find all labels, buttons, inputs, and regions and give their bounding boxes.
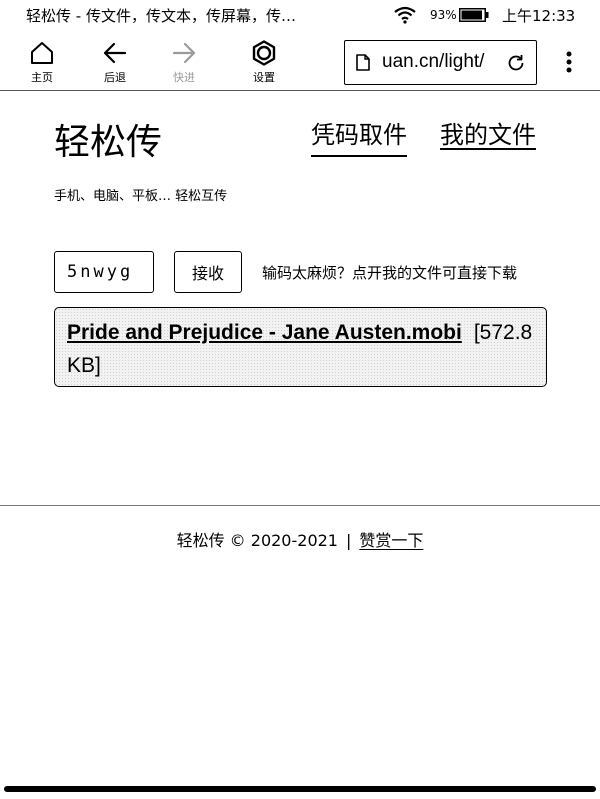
tagline: 手机、电脑、平板… 轻松互传 (54, 189, 228, 204)
code-input[interactable] (54, 251, 154, 293)
address-bar[interactable]: uan.cn/light/ (344, 40, 537, 85)
wifi-icon (394, 6, 416, 24)
donate-link[interactable]: 赞赏一下 (359, 531, 423, 550)
home-button[interactable]: 主页 (17, 40, 67, 84)
clock: 上午12:33 (502, 7, 576, 25)
more-vertical-icon[interactable] (559, 50, 579, 74)
battery-percent: 93% (430, 8, 457, 22)
nav-my-files[interactable]: 我的文件 (440, 115, 536, 150)
file-card: Pride and Prejudice - Jane Austen.mobi [5… (54, 307, 547, 387)
forward-label: 快进 (173, 71, 195, 84)
back-button[interactable]: 后退 (90, 40, 140, 84)
footer: 轻松传 © 2020-2021 | 赞赏一下 (0, 527, 600, 551)
back-label: 后退 (104, 71, 126, 84)
home-label: 主页 (31, 71, 53, 84)
home-icon (31, 42, 53, 64)
url-text: uan.cn/light/ (382, 51, 485, 72)
site-title: 轻松传 (54, 122, 163, 163)
nav-code-pickup[interactable]: 凭码取件 (311, 115, 407, 157)
home-indicator (4, 786, 596, 792)
reload-icon[interactable] (506, 53, 526, 73)
document-icon (356, 54, 370, 71)
receive-hint: 输码太麻烦？点开我的文件可直接下载 (262, 264, 518, 282)
arrow-left-icon (103, 42, 127, 64)
forward-button[interactable]: 快进 (159, 40, 209, 84)
browser-toolbar: 主页 后退 快进 设置 uan.cn/light/ (0, 30, 600, 91)
footer-separator: | (345, 531, 352, 550)
settings-button[interactable]: 设置 (239, 40, 289, 84)
arrow-right-icon (172, 42, 196, 64)
copyright-text: 轻松传 © 2020-2021 (176, 531, 338, 550)
status-bar: 轻松传 - 传文件，传文本，传屏幕，传… 93% 上午12:33 (0, 0, 600, 30)
battery-icon (459, 8, 489, 22)
footer-divider (0, 505, 600, 506)
window-title: 轻松传 - 传文件，传文本，传屏幕，传… (26, 7, 296, 25)
browser-window: 轻松传 - 传文件，传文本，传屏幕，传… 93% 上午12:33 主页 后退 快… (0, 0, 600, 799)
file-download-link[interactable]: Pride and Prejudice - Jane Austen.mobi (67, 321, 462, 344)
receive-button[interactable]: 接收 (174, 251, 242, 293)
gear-icon (252, 40, 276, 66)
settings-label: 设置 (253, 71, 275, 84)
